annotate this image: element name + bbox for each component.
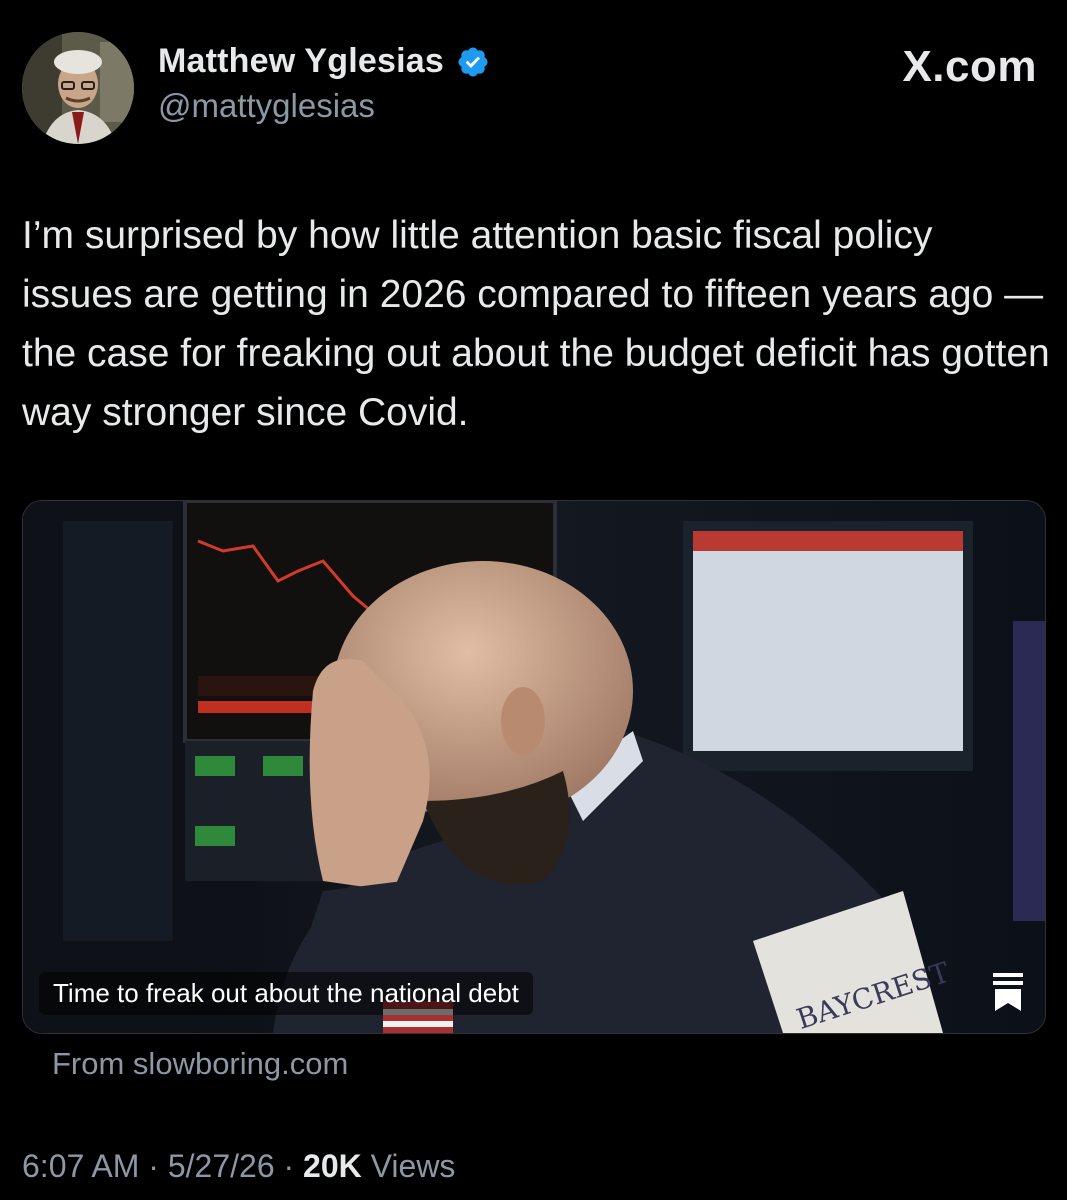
brand-label: X.com — [902, 42, 1037, 91]
tweet-header: Matthew Yglesias @mattyglesias X.com — [22, 32, 1037, 144]
avatar[interactable] — [22, 32, 134, 144]
tweet-time[interactable]: 6:07 AM — [22, 1148, 139, 1184]
author-info[interactable]: Matthew Yglesias @mattyglesias — [158, 42, 490, 125]
card-title[interactable]: Time to freak out about the national deb… — [39, 972, 533, 1015]
tweet-text: I’m surprised by how little attention ba… — [22, 214, 1050, 434]
author-display-name[interactable]: Matthew Yglesias — [158, 42, 444, 81]
bookmark-icon[interactable] — [993, 973, 1023, 1011]
author-handle[interactable]: @mattyglesias — [158, 87, 490, 125]
meta-separator: · — [148, 1148, 159, 1184]
meta-separator: · — [283, 1148, 295, 1184]
views-count[interactable]: 20K — [303, 1148, 362, 1184]
tweet-date[interactable]: 5/27/26 — [168, 1148, 275, 1184]
card-image: BAYCREST — [23, 501, 1045, 1033]
link-card[interactable]: BAYCREST Time to freak out about the nat… — [22, 500, 1046, 1034]
tweet-meta: 6:07 AM · 5/27/26 · 20K Views — [22, 1148, 455, 1185]
card-source[interactable]: From slowboring.com — [52, 1046, 348, 1082]
views-label: Views — [370, 1148, 456, 1184]
verified-badge-icon — [458, 46, 488, 77]
